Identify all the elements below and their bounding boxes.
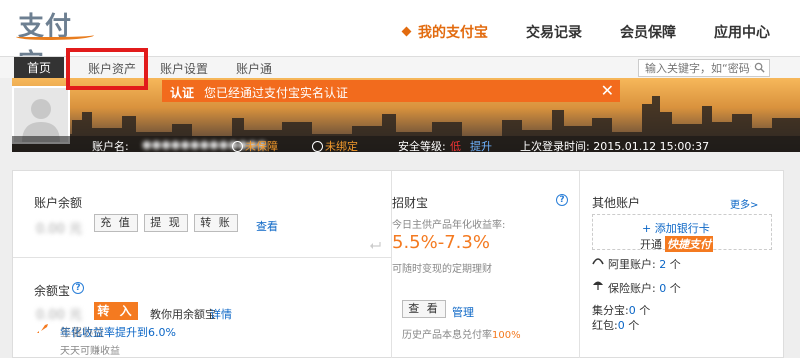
alipay-logo[interactable]: 支付宝 <box>14 6 96 79</box>
yuebao-title: 余额宝 <box>34 284 71 298</box>
nav-member-protection[interactable]: 会员保障 <box>620 22 676 42</box>
history-rate: 历史产品本息兑付率100% <box>402 326 521 341</box>
subnav-home[interactable]: 首页 <box>14 57 64 79</box>
protection-status[interactable]: 未保障 <box>232 138 278 154</box>
nav-app-center[interactable]: 应用中心 <box>714 22 770 42</box>
nav-label: 会员保障 <box>620 25 676 41</box>
jifenbao-value: 0 <box>628 304 636 317</box>
search-box <box>638 59 770 77</box>
jifenbao-label: 集分宝: <box>592 304 629 317</box>
upgrade-link[interactable]: 提升 <box>470 138 492 154</box>
notice-text: 您已经通过支付宝实名认证 <box>204 86 349 100</box>
security-level-value: 低 <box>450 140 461 153</box>
verification-notice: 认证 您已经通过支付宝实名认证 ✕ <box>162 80 620 102</box>
subnav-account-link[interactable]: 账户通 <box>236 60 272 77</box>
umbrella-icon <box>593 281 603 290</box>
yuebao-amount: 0.00 元 <box>36 308 83 323</box>
account-name-label: 账户名: <box>92 140 129 153</box>
insurance-account[interactable]: 保险账户: 0 个 <box>608 280 681 296</box>
account-info-bar: 账户名: ●●●●●●●●●●●●● 未保障 未绑定 安全等级: 低 提升 上次… <box>12 136 800 154</box>
hongbao-unit: 个 <box>628 319 640 332</box>
withdraw-button[interactable]: 提 现 <box>144 214 188 232</box>
insurance-count: 0 <box>659 282 667 295</box>
balance-amount: 0.00 元 <box>36 222 83 237</box>
open-label: 开通 <box>640 238 662 251</box>
column-divider <box>579 171 580 358</box>
rate-desc: 可随时变现的定期理财 <box>392 264 492 275</box>
aliyun-label: 阿里账户: <box>608 258 656 271</box>
search-input[interactable] <box>639 60 751 76</box>
kuaijie-row: 开通 快捷支付 <box>640 236 713 252</box>
balance-title: 账户余额 <box>34 196 83 210</box>
aliyun-account[interactable]: 阿里账户: 2 个 <box>608 256 681 272</box>
nav-label: 我的支付宝 <box>418 25 488 41</box>
zhaocaibao-manage-link[interactable]: 管理 <box>452 304 474 320</box>
yuebao-detail-link[interactable]: 详情 <box>210 306 232 322</box>
aliyun-unit: 个 <box>669 258 681 271</box>
jifenbao-account[interactable]: 集分宝:0 个 <box>592 302 650 318</box>
aliyun-count: 2 <box>659 258 667 271</box>
row-divider <box>13 257 391 258</box>
nav-label: 交易记录 <box>526 25 582 41</box>
active-diamond-icon <box>401 26 412 37</box>
hongbao-account[interactable]: 红包:0 个 <box>592 317 639 333</box>
last-login: 上次登录时间: 2015.01.12 15:00:37 <box>520 140 710 153</box>
insurance-label: 保险账户: <box>608 282 656 295</box>
help-icon[interactable]: ? <box>72 282 84 294</box>
yuebao-sub-text: 天天可赚收益 <box>60 346 120 357</box>
transfer-in-button[interactable]: 转 入 <box>94 302 138 320</box>
nav-label: 应用中心 <box>714 25 770 41</box>
binding-label: 未绑定 <box>325 140 358 153</box>
yuebao-promo-overlay: 签署协议 <box>60 326 104 339</box>
nav-my-alipay[interactable]: 我的支付宝 <box>401 22 488 42</box>
nav-transactions[interactable]: 交易记录 <box>526 22 582 42</box>
top-nav: 我的支付宝 交易记录 会员保障 应用中心 <box>365 22 800 42</box>
default-avatar-icon <box>22 99 60 142</box>
rocket-icon <box>37 324 48 334</box>
history-label: 历史产品本息兑付率 <box>402 330 492 341</box>
binding-status[interactable]: 未绑定 <box>312 138 358 154</box>
rate-value: 5.5%-7.3% <box>392 232 490 253</box>
aliyun-icon <box>592 258 604 265</box>
hongbao-label: 红包: <box>592 319 618 332</box>
highlight-annotation <box>66 48 148 90</box>
zhaocaibao-view-button[interactable]: 查 看 <box>402 300 446 318</box>
refresh-icon[interactable] <box>370 240 382 250</box>
shield-icon <box>232 141 243 152</box>
jifenbao-unit: 个 <box>639 304 651 317</box>
protection-label: 未保障 <box>245 140 278 153</box>
other-accounts-title: 其他账户 <box>592 196 641 210</box>
close-icon[interactable]: ✕ <box>601 81 614 100</box>
search-icon[interactable] <box>754 62 765 73</box>
transfer-button[interactable]: 转 账 <box>194 214 238 232</box>
history-value: 100% <box>492 330 521 341</box>
subnav-account-settings[interactable]: 账户设置 <box>160 60 208 77</box>
yuebao-teach-text: 教你用余额宝 <box>150 308 216 321</box>
recharge-button[interactable]: 充 值 <box>94 214 138 232</box>
security-level-label: 安全等级: <box>398 140 446 153</box>
kuaijie-badge[interactable]: 快捷支付 <box>665 236 713 252</box>
help-icon[interactable]: ? <box>556 194 568 206</box>
phone-icon <box>312 141 323 152</box>
notice-label: 认证 <box>170 86 195 100</box>
more-link[interactable]: 更多> <box>730 196 758 211</box>
add-bank-link[interactable]: + 添加银行卡 <box>642 220 710 236</box>
insurance-unit: 个 <box>669 282 681 295</box>
zhaocaibao-title: 招财宝 <box>392 196 429 210</box>
rate-label: 今日主供产品年化收益率: <box>392 220 506 231</box>
balance-view-link[interactable]: 查看 <box>256 218 278 234</box>
hongbao-value: 0 <box>617 319 625 332</box>
